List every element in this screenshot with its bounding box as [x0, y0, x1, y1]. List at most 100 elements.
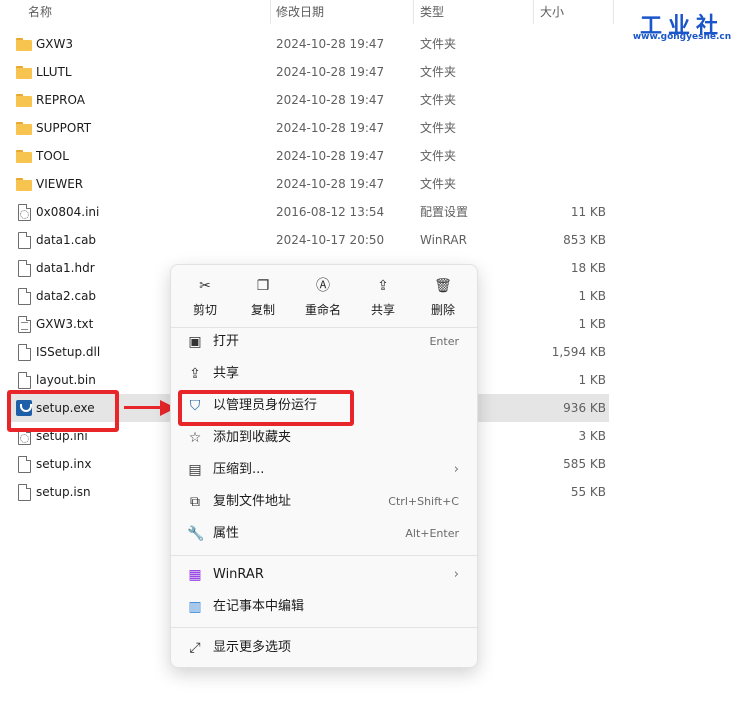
menu-item-compress[interactable]: ▤ 压缩到... ›	[177, 455, 471, 485]
file-icon	[18, 260, 31, 277]
column-type[interactable]: 类型	[420, 0, 444, 24]
file-name: LLUTL	[36, 65, 72, 79]
file-size: 3 KB	[578, 429, 606, 443]
menu-item-share[interactable]: ⇪ 共享	[177, 359, 471, 389]
folder-icon	[16, 94, 32, 107]
text-file-icon	[18, 316, 31, 333]
file-date: 2024-10-28 19:47	[276, 149, 385, 163]
file-icon	[18, 232, 31, 249]
file-icon	[18, 456, 31, 473]
file-name: data1.cab	[36, 233, 97, 247]
column-date[interactable]: 修改日期	[276, 0, 324, 24]
file-size: 11 KB	[570, 205, 606, 219]
delete-button[interactable]: 🗑 删除	[415, 273, 471, 323]
column-name[interactable]: 名称	[28, 0, 52, 24]
menu-item-label: 添加到收藏夹	[213, 430, 292, 445]
column-divider[interactable]	[533, 0, 534, 24]
menu-item-label: 显示更多选项	[213, 640, 292, 655]
list-item[interactable]: 0x0804.ini 2016-08-12 13:54 配置设置 11 KB	[0, 198, 620, 226]
file-size: 1 KB	[578, 373, 606, 387]
file-size: 55 KB	[570, 485, 606, 499]
file-icon	[18, 344, 31, 361]
file-type: 文件夹	[420, 177, 457, 191]
open-icon: ▣	[188, 334, 202, 350]
file-date: 2024-10-28 19:47	[276, 65, 385, 79]
more-options-icon: ⤢	[189, 640, 201, 656]
file-name: setup.isn	[36, 485, 91, 499]
file-name: setup.inx	[36, 457, 92, 471]
menu-item-label: 打开	[213, 334, 240, 349]
column-size[interactable]: 大小	[540, 0, 564, 24]
file-name: SUPPORT	[36, 121, 92, 135]
scissors-icon: ✂	[199, 278, 211, 294]
file-name: VIEWER	[36, 177, 84, 191]
menu-item-open[interactable]: ▣ 打开 Enter	[177, 327, 471, 357]
list-item[interactable]: data1.cab 2024-10-17 20:50 WinRAR 853 KB	[0, 226, 620, 254]
cut-label: 剪切	[192, 303, 217, 317]
file-name: TOOL	[36, 149, 69, 163]
menu-item-shortcut: Ctrl+Shift+C	[388, 495, 459, 508]
share-button[interactable]: ⇪ 共享	[355, 273, 411, 323]
menu-item-label: 共享	[213, 366, 240, 381]
share-icon: ⇪	[189, 366, 201, 382]
file-date: 2024-10-28 19:47	[276, 93, 385, 107]
list-item[interactable]: REPROA 2024-10-28 19:47 文件夹	[0, 86, 620, 114]
menu-item-label: 复制文件地址	[213, 494, 292, 509]
menu-item-label: 在记事本中编辑	[213, 599, 305, 614]
share-icon: ⇪	[377, 278, 389, 294]
compress-icon: ▤	[188, 462, 202, 478]
folder-icon	[16, 38, 32, 51]
file-icon	[18, 484, 31, 501]
star-icon: ☆	[188, 430, 202, 446]
file-size: 853 KB	[563, 233, 606, 247]
list-item[interactable]: SUPPORT 2024-10-28 19:47 文件夹	[0, 114, 620, 142]
menu-item-more-options[interactable]: ⤢ 显示更多选项	[177, 633, 471, 663]
file-size: 1,594 KB	[551, 345, 606, 359]
rename-icon: Ⓐ	[316, 278, 330, 294]
column-divider[interactable]	[613, 0, 614, 24]
cut-button[interactable]: ✂ 剪切	[177, 273, 233, 323]
share-label: 共享	[370, 303, 395, 317]
watermark-url: www.gongyeshe.cn	[632, 32, 732, 42]
file-type: 配置设置	[420, 205, 469, 219]
run-as-admin-highlight-box	[178, 390, 354, 426]
quick-actions-bar: ✂ 剪切 ❐ 复制 Ⓐ 重命名 ⇪ 共享 🗑 删除	[171, 273, 477, 323]
menu-item-label: 压缩到...	[213, 462, 265, 477]
menu-item-properties[interactable]: 🔧 属性 Alt+Enter	[177, 519, 471, 549]
chevron-right-icon: ›	[453, 462, 459, 477]
file-size: 18 KB	[570, 261, 606, 275]
file-size: 1 KB	[578, 289, 606, 303]
rename-label: 重命名	[304, 303, 341, 317]
rename-button[interactable]: Ⓐ 重命名	[295, 273, 351, 323]
folder-icon	[16, 122, 32, 135]
folder-icon	[16, 178, 32, 191]
menu-item-label: WinRAR	[213, 567, 264, 582]
file-name: REPROA	[36, 93, 85, 107]
menu-divider	[171, 627, 477, 628]
chevron-right-icon: ›	[453, 567, 459, 582]
delete-label: 删除	[430, 303, 455, 317]
menu-item-copy-path[interactable]: ⧉ 复制文件地址 Ctrl+Shift+C	[177, 487, 471, 517]
menu-item-shortcut: Alt+Enter	[405, 527, 459, 540]
list-item[interactable]: GXW3 2024-10-28 19:47 文件夹	[0, 30, 620, 58]
copy-button[interactable]: ❐ 复制	[235, 273, 291, 323]
menu-item-add-favorites[interactable]: ☆ 添加到收藏夹	[177, 423, 471, 453]
file-type: 文件夹	[420, 121, 457, 135]
file-type: 文件夹	[420, 37, 457, 51]
list-item[interactable]: VIEWER 2024-10-28 19:47 文件夹	[0, 170, 620, 198]
menu-item-shortcut: Enter	[429, 335, 459, 348]
file-size: 936 KB	[563, 401, 606, 415]
settings-file-icon	[18, 204, 31, 221]
list-item[interactable]: TOOL 2024-10-28 19:47 文件夹	[0, 142, 620, 170]
file-type: 文件夹	[420, 149, 457, 163]
list-item[interactable]: LLUTL 2024-10-28 19:47 文件夹	[0, 58, 620, 86]
file-type: 文件夹	[420, 65, 457, 79]
column-divider[interactable]	[270, 0, 271, 24]
menu-item-winrar[interactable]: ▦ WinRAR ›	[177, 560, 471, 590]
file-name: GXW3.txt	[36, 317, 94, 331]
winrar-icon: ▦	[188, 567, 202, 583]
column-divider[interactable]	[413, 0, 414, 24]
notepad-icon: ▥	[188, 599, 202, 615]
menu-item-notepad[interactable]: ▥ 在记事本中编辑	[177, 592, 471, 622]
file-icon	[18, 372, 31, 389]
